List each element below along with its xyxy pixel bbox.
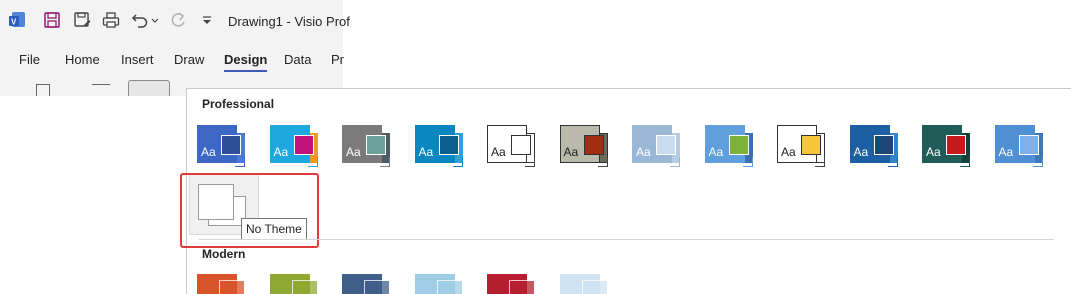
theme-connector-icon [742, 157, 753, 167]
theme-font-sample: Aa [346, 145, 361, 159]
theme-back-shape [291, 280, 318, 294]
theme-accent-shape [293, 135, 314, 155]
no-theme-tooltip: No Theme [241, 218, 307, 240]
theme-thumbnail[interactable]: Aa [994, 125, 1057, 175]
orientation-button[interactable] [128, 80, 170, 96]
theme-thumbnail[interactable]: Aa [704, 125, 767, 175]
modern-header: Modern [202, 247, 246, 261]
tab-design[interactable]: Design [224, 52, 268, 72]
theme-font-sample: Aa [708, 145, 724, 159]
theme-accent-shape [511, 135, 531, 155]
theme-connector-icon [887, 157, 898, 167]
theme-connector-icon [1032, 157, 1043, 167]
tab-process[interactable]: Pr [331, 52, 344, 67]
theme-back-shape [436, 280, 463, 294]
theme-connector-icon [670, 157, 680, 167]
theme-accent-shape [366, 135, 386, 155]
theme-accent-shape [801, 135, 821, 155]
theme-thumbnail[interactable]: Aa [414, 125, 477, 175]
group-separator [199, 239, 1054, 240]
theme-font-sample: Aa [273, 145, 289, 159]
theme-accent-shape [728, 135, 749, 155]
theme-font-sample: Aa [926, 145, 941, 159]
theme-back-shape [581, 280, 608, 294]
theme-font-sample: Aa [853, 145, 869, 159]
theme-font-sample: Aa [418, 145, 434, 159]
theme-connector-icon [380, 157, 390, 167]
theme-accent-shape [583, 135, 604, 155]
visio-logo-icon: V [8, 10, 28, 30]
theme-connector-icon [452, 157, 463, 167]
modern-theme-thumbnail[interactable] [559, 274, 622, 294]
theme-thumbnail[interactable]: Aa [197, 125, 259, 175]
theme-accent-shape [873, 135, 894, 155]
tab-data[interactable]: Data [284, 52, 311, 67]
undo-icon[interactable] [130, 10, 150, 30]
modern-theme-thumbnail[interactable] [197, 274, 259, 294]
theme-font-sample: Aa [998, 145, 1014, 159]
theme-thumbnail[interactable]: Aa [487, 125, 549, 175]
print-icon[interactable] [101, 10, 121, 30]
save-icon[interactable] [42, 10, 62, 30]
theme-connector-icon [597, 157, 608, 167]
tab-home[interactable]: Home [65, 52, 100, 67]
theme-accent-shape [221, 135, 241, 155]
theme-font-sample: Aa [491, 145, 506, 159]
modern-theme-thumbnail[interactable] [342, 274, 404, 294]
theme-back-shape [509, 280, 535, 294]
theme-font-sample: Aa [781, 145, 796, 159]
undo-dropdown-icon[interactable] [150, 10, 160, 30]
theme-connector-icon [235, 157, 245, 167]
theme-accent-shape [438, 135, 459, 155]
tab-draw[interactable]: Draw [174, 52, 204, 67]
ribbon-tabs: File Home Insert Draw Design Data Pr [0, 46, 344, 76]
theme-connector-icon [960, 157, 970, 167]
tab-file[interactable]: File [19, 52, 40, 67]
theme-accent-shape [1018, 135, 1039, 155]
theme-font-sample: Aa [636, 145, 651, 159]
theme-accent-shape [946, 135, 966, 155]
page-setup-icon[interactable] [36, 84, 50, 96]
theme-thumbnail[interactable]: Aa [342, 125, 404, 175]
svg-text:V: V [11, 18, 17, 27]
theme-accent-shape [656, 135, 676, 155]
theme-thumbnail[interactable]: Aa [922, 125, 984, 175]
theme-thumbnail[interactable]: Aa [777, 125, 839, 175]
theme-thumbnail[interactable]: Aa [632, 125, 694, 175]
theme-font-sample: Aa [563, 145, 579, 159]
theme-thumbnail[interactable]: Aa [559, 125, 622, 175]
modern-theme-thumbnail[interactable] [414, 274, 477, 294]
customize-dropdown-icon[interactable] [200, 10, 214, 30]
redo-icon[interactable] [168, 10, 188, 30]
theme-back-shape [364, 280, 390, 294]
themes-gallery: Professional Aa Aa Aa Aa Aa Aa Aa Aa Aa Aa Aa Aa No… [180, 88, 1071, 294]
theme-back-shape [219, 280, 245, 294]
theme-font-sample: Aa [201, 145, 216, 159]
save-as-icon[interactable] [72, 10, 92, 30]
modern-theme-thumbnail[interactable] [487, 274, 549, 294]
theme-connector-icon [525, 157, 535, 167]
title-bar: V Drawing1 - Visio Prof [0, 0, 350, 46]
theme-thumbnail[interactable]: Aa [849, 125, 912, 175]
theme-connector-icon [307, 157, 318, 167]
modern-theme-thumbnail[interactable] [269, 274, 332, 294]
tab-insert[interactable]: Insert [121, 52, 154, 67]
size-icon[interactable] [92, 84, 110, 96]
window-title: Drawing1 - Visio Prof [228, 14, 350, 29]
professional-header: Professional [202, 97, 275, 111]
theme-connector-icon [815, 157, 825, 167]
theme-thumbnail[interactable]: Aa [269, 125, 332, 175]
